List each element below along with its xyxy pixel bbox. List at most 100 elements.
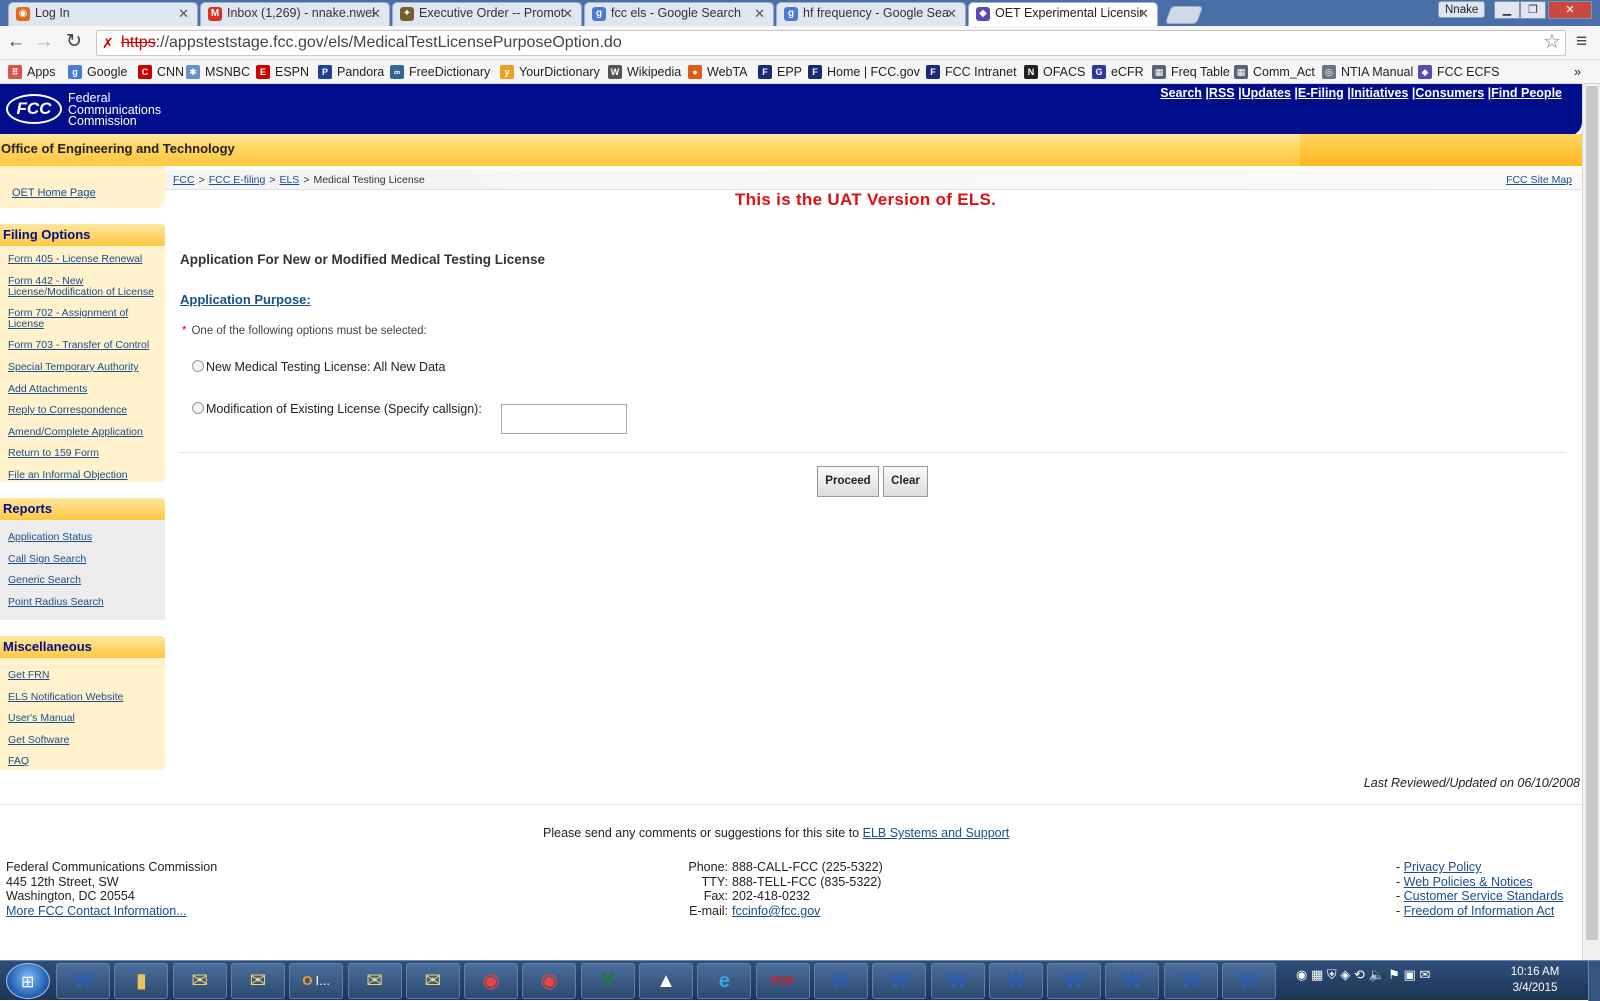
volume-icon[interactable]: 🔈 [1368,967,1384,982]
sidebar-link-add-attachments[interactable]: Add Attachments [8,384,158,395]
new-tab-button[interactable] [1164,6,1204,24]
bookmarks-overflow-icon[interactable]: » [1574,62,1581,82]
policy-link-web-policies-notices[interactable]: Web Policies & Notices [1404,875,1533,889]
close-icon[interactable]: ✕ [754,6,765,22]
sidebar-link-form-442-new-license-modification-of-license[interactable]: Form 442 - New License/Modification of L… [8,276,158,298]
word-icon[interactable]: W [1047,963,1102,999]
prism-icon[interactable]: ▲ [639,963,693,999]
word-icon[interactable]: W [1163,963,1218,999]
browser-tab[interactable]: M Inbox (1,269) - nnake.nwel ✕ [200,2,390,26]
header-link-initiatives[interactable]: Initiatives [1351,86,1409,100]
bookmark-ntia-manual[interactable]: ◎ NTIA Manual [1322,62,1413,82]
sync-icon[interactable]: ⟲ [1354,967,1365,982]
policy-link-freedom-of-information-act[interactable]: Freedom of Information Act [1404,904,1555,918]
fcc-logo[interactable]: FCC [6,94,62,124]
restore-icon[interactable]: ❐ [1520,1,1546,19]
outlook-icon[interactable]: O I... [289,963,344,999]
header-link-updates[interactable]: Updates [1242,86,1291,100]
sidebar-link-amend-complete-application[interactable]: Amend/Complete Application [8,427,158,438]
breadcrumb-link[interactable]: FCC [173,174,195,186]
close-icon[interactable]: ✕ [946,6,957,22]
sidebar-link-point-radius-search[interactable]: Point Radius Search [8,597,158,608]
email-link[interactable]: fccinfo@fcc.gov [732,904,820,918]
mail-icon[interactable]: ✉ [172,963,227,999]
word-icon[interactable]: W [56,963,110,999]
sidebar-link-form-702-assignment-of-license[interactable]: Form 702 - Assignment of License [8,308,158,330]
bookmark-freq-table[interactable]: ▦ Freq Table [1152,62,1230,82]
elb-support-link[interactable]: ELB Systems and Support [863,826,1010,840]
close-icon[interactable]: ✕ [178,6,189,22]
header-link-e-filing[interactable]: E-Filing [1298,86,1344,100]
more-contact-link[interactable]: More FCC Contact Information... [6,904,187,918]
proceed-button[interactable]: Proceed [817,466,879,497]
mail-icon[interactable]: ✉ [405,963,460,999]
oet-home-link[interactable]: OET Home Page [12,187,96,199]
sidebar-link-generic-search[interactable]: Generic Search [8,575,158,586]
reload-icon[interactable]: ↻ [62,30,86,54]
pdf-icon[interactable]: PDF [755,963,810,999]
word-icon[interactable]: W [1222,963,1276,999]
bookmark-fcc-intranet[interactable]: F FCC Intranet [926,62,1017,82]
bookmark-msnbc[interactable]: ✱ MSNBC [186,62,250,82]
sidebar-link-faq[interactable]: FAQ [8,756,158,767]
chrome-icon[interactable]: ◉ [464,963,519,999]
browser-tab[interactable]: ◉ Log In ✕ [8,2,198,26]
browser-tab[interactable]: ✦ Executive Order -- Promot ✕ [392,2,582,26]
header-link-find-people[interactable]: Find People [1491,86,1562,100]
bookmark-comm-act[interactable]: ▦ Comm_Act [1234,62,1315,82]
excel-icon[interactable]: X [580,963,635,999]
bookmark-freedictionary[interactable]: ∞ FreeDictionary [390,62,490,82]
scrollbar-thumb[interactable] [1586,86,1598,940]
sidebar-link-els-notification-website[interactable]: ELS Notification Website [8,692,158,703]
breadcrumb-link[interactable]: FCC E-filing [209,174,266,186]
address-bar[interactable]: ✗ https://appsteststage.fcc.gov/els/Medi… [96,30,1566,56]
bookmark-pandora[interactable]: P Pandora [318,62,384,82]
explorer-folder-icon[interactable]: ▮ [114,963,169,999]
bookmark-apps[interactable]: ⠿ Apps [8,62,56,82]
flag-icon[interactable]: ⚑ [1388,967,1400,982]
sidebar-link-form-405-license-renewal[interactable]: Form 405 - License Renewal [8,254,158,265]
close-icon[interactable]: ✕ [562,6,573,22]
minimize-icon[interactable]: ▁ [1494,1,1520,19]
bookmark-ofacs[interactable]: N OFACS [1024,62,1085,82]
new-license-radio[interactable] [192,360,204,372]
bookmark-star-icon[interactable]: ☆ [1543,30,1561,54]
bookmark-ecfr[interactable]: GeCFR [1092,62,1144,82]
close-icon[interactable]: ✕ [1138,6,1149,22]
site-map-link[interactable]: FCC Site Map [1506,174,1572,186]
internet-explorer-icon[interactable]: e [697,963,752,999]
word-icon[interactable]: W [1105,963,1160,999]
system-clock[interactable]: 10:16 AM 3/4/2015 [1500,964,1570,996]
bookmark-yourdictionary[interactable]: y YourDictionary [500,62,600,82]
sidebar-link-get-frn[interactable]: Get FRN [8,670,158,681]
sidebar-link-return-to-159-form[interactable]: Return to 159 Form [8,448,158,459]
bookmark-espn[interactable]: E ESPN [256,62,309,82]
bookmark-home-fcc-gov[interactable]: F Home | FCC.gov [808,62,920,82]
sidebar-link-user-s-manual[interactable]: User's Manual [8,713,158,724]
sidebar-link-get-software[interactable]: Get Software [8,735,158,746]
sidebar-link-call-sign-search[interactable]: Call Sign Search [8,554,158,565]
menu-icon[interactable]: ≡ [1576,30,1587,54]
browser-tab[interactable]: g fcc els - Google Search ✕ [584,2,774,26]
start-button[interactable]: ⊞ [6,963,50,999]
sidebar-link-form-703-transfer-of-control[interactable]: Form 703 - Transfer of Control [8,340,158,351]
forward-icon[interactable]: → [32,30,56,54]
shield-icon[interactable]: ⛨ [1327,967,1337,982]
sidebar-link-reply-to-correspondence[interactable]: Reply to Correspondence [8,405,158,416]
profile-badge[interactable]: Nnake [1438,1,1486,18]
application-purpose-label[interactable]: Application Purpose: [180,292,311,307]
sidebar-link-application-status[interactable]: Application Status [8,532,158,543]
policy-link-privacy-policy[interactable]: Privacy Policy [1404,860,1482,874]
sidebar-link-special-temporary-authority[interactable]: Special Temporary Authority [8,362,158,373]
option-new-license[interactable]: New Medical Testing License: All New Dat… [192,360,445,374]
mail-icon[interactable]: ✉ [230,963,285,999]
bookmark-cnn[interactable]: C CNN [138,62,184,82]
page-scrollbar[interactable] [1582,84,1600,960]
word-icon[interactable]: W [813,963,868,999]
chrome-tray-icon[interactable]: ◉ [1296,967,1307,982]
header-link-consumers[interactable]: Consumers [1415,86,1484,100]
header-link-rss[interactable]: RSS [1209,86,1235,100]
policy-link-customer-service-standards[interactable]: Customer Service Standards [1404,889,1564,903]
callsign-input[interactable] [501,404,627,434]
back-icon[interactable]: ← [4,30,28,54]
